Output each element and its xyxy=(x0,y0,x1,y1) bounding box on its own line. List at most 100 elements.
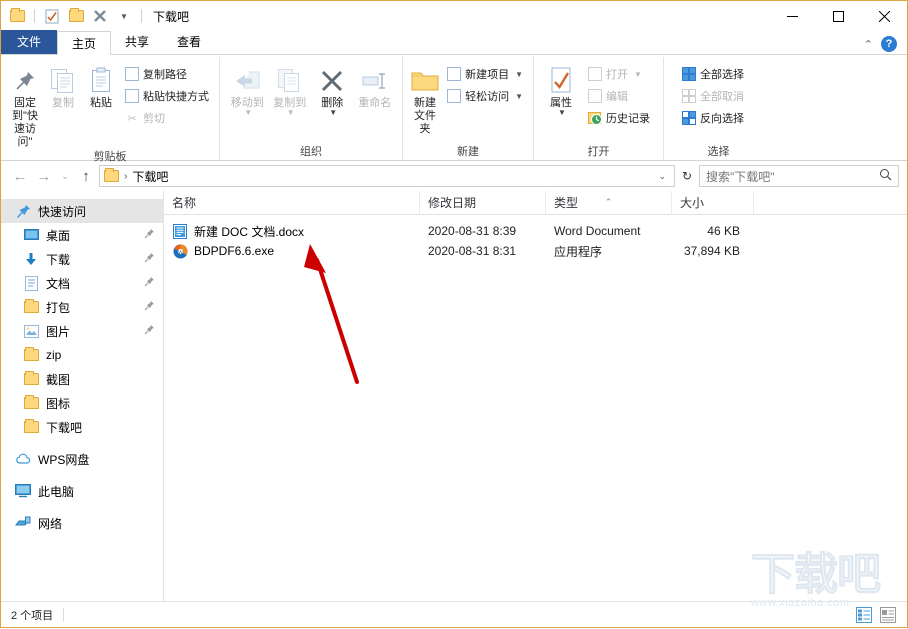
qat-new-folder-icon[interactable] xyxy=(66,6,86,26)
qat-folder-icon[interactable] xyxy=(7,6,27,26)
maximize-button[interactable] xyxy=(815,1,861,31)
copy-icon xyxy=(50,65,76,97)
search-input[interactable]: 搜索"下载吧" xyxy=(699,165,899,187)
easy-access-button[interactable]: 轻松访问 ▼ xyxy=(443,86,527,106)
copy-to-button[interactable]: 复制到 ▼ xyxy=(269,61,312,117)
address-input[interactable]: › 下载吧 ⌄ xyxy=(99,165,675,187)
move-to-button[interactable]: 移动到 ▼ xyxy=(226,61,269,117)
delete-button[interactable]: 删除 ▼ xyxy=(311,61,354,117)
ribbon-group-select: 全部选择 全部取消 反向选择 选择 xyxy=(663,57,773,160)
move-to-caret-icon[interactable]: ▼ xyxy=(244,109,252,117)
sidebar-item-pictures[interactable]: 图片 xyxy=(1,319,163,343)
pin-icon[interactable] xyxy=(144,300,155,314)
search-placeholder: 搜索"下载吧" xyxy=(706,169,775,184)
column-header-date[interactable]: 修改日期 xyxy=(420,190,546,215)
cut-button[interactable]: ✂ 剪切 xyxy=(121,108,213,128)
sidebar-item-downloads[interactable]: 下载 xyxy=(1,247,163,271)
view-toggle-buttons xyxy=(855,606,897,624)
copy-button[interactable]: 复制 xyxy=(45,61,81,110)
sidebar-item-this-pc[interactable]: 此电脑 xyxy=(1,479,163,503)
edit-button[interactable]: 编辑 xyxy=(584,86,654,106)
recent-locations-button[interactable]: ⌄ xyxy=(57,165,73,187)
select-none-button[interactable]: 全部取消 xyxy=(678,86,748,106)
column-header-name[interactable]: 名称 xyxy=(164,190,420,215)
easy-access-caret-icon[interactable]: ▼ xyxy=(515,92,523,101)
column-header-size[interactable]: 大小 xyxy=(672,190,754,215)
qat-properties-icon[interactable] xyxy=(42,6,62,26)
details-view-icon[interactable] xyxy=(855,606,873,624)
pin-icon[interactable] xyxy=(144,276,155,290)
pin-icon[interactable] xyxy=(144,324,155,338)
close-button[interactable] xyxy=(861,1,907,31)
file-explorer-window: ▼ 下载吧 文件 主页 共享 查看 ⌃ ? 固定到"快速访问" 复制 粘贴 复制… xyxy=(0,0,908,628)
tab-home[interactable]: 主页 xyxy=(57,31,112,55)
sidebar-item-zip[interactable]: zip xyxy=(1,343,163,367)
file-name-cell[interactable]: W BDPDF6.6.exe xyxy=(164,243,420,259)
tab-file[interactable]: 文件 xyxy=(1,30,58,54)
sidebar-item-documents[interactable]: 文档 xyxy=(1,271,163,295)
refresh-button[interactable]: ↻ xyxy=(677,165,697,187)
address-dropdown-icon[interactable]: ⌄ xyxy=(658,171,670,182)
new-item-caret-icon[interactable]: ▼ xyxy=(515,70,523,79)
svg-text:W: W xyxy=(178,249,183,255)
copy-path-label: 复制路径 xyxy=(143,69,187,81)
tab-share[interactable]: 共享 xyxy=(111,30,163,54)
history-button[interactable]: 历史记录 xyxy=(584,108,654,128)
pin-icon[interactable] xyxy=(144,252,155,266)
forward-button[interactable]: → xyxy=(33,165,55,187)
qat-customize-icon[interactable]: ▼ xyxy=(114,6,134,26)
minimize-button[interactable] xyxy=(769,1,815,31)
column-header-type[interactable]: 类型 ⌃ xyxy=(546,190,672,215)
delete-caret-icon[interactable]: ▼ xyxy=(329,109,337,117)
new-folder-label: 新建文件夹 xyxy=(414,97,437,135)
pin-icon[interactable] xyxy=(144,228,155,242)
ribbon-group-clipboard-label: 剪贴板 xyxy=(93,151,127,163)
history-icon xyxy=(588,111,602,125)
rename-button[interactable]: 重命名 xyxy=(354,61,397,110)
help-icon[interactable]: ? xyxy=(881,36,897,52)
ribbon-group-new-label: 新建 xyxy=(457,146,479,158)
sidebar-item-network[interactable]: 网络 xyxy=(1,511,163,535)
rename-icon xyxy=(361,65,389,97)
up-button[interactable]: ↑ xyxy=(75,165,97,187)
sidebar-item-screenshots[interactable]: 截图 xyxy=(1,367,163,391)
sidebar-item-wps-cloud[interactable]: WPS网盘 xyxy=(1,447,163,471)
file-name-cell[interactable]: 新建 DOC 文档.docx xyxy=(164,223,420,240)
copy-to-caret-icon[interactable]: ▼ xyxy=(287,109,295,117)
table-row[interactable]: 新建 DOC 文档.docx 2020-08-31 8:39 Word Docu… xyxy=(164,221,907,241)
folder-icon xyxy=(23,347,39,363)
breadcrumb-current[interactable]: 下载吧 xyxy=(132,168,168,185)
file-size-cell: 46 KB xyxy=(707,224,740,238)
select-all-button[interactable]: 全部选择 xyxy=(678,64,748,84)
new-item-button[interactable]: 新建项目 ▼ xyxy=(443,64,527,84)
tab-view[interactable]: 查看 xyxy=(163,30,215,54)
invert-selection-button[interactable]: 反向选择 xyxy=(678,108,748,128)
properties-caret-icon[interactable]: ▼ xyxy=(558,109,566,117)
back-button[interactable]: ← xyxy=(9,165,31,187)
sidebar-item-quick-access[interactable]: 快速访问 xyxy=(1,199,163,223)
pin-icon xyxy=(13,65,37,97)
address-folder-icon xyxy=(104,168,119,182)
large-icons-view-icon[interactable] xyxy=(879,606,897,624)
sidebar-item-icons[interactable]: 图标 xyxy=(1,391,163,415)
address-bar: ← → ⌄ ↑ › 下载吧 ⌄ ↻ 搜索"下载吧" xyxy=(1,161,907,191)
file-date-cell: 2020-08-31 8:31 xyxy=(428,244,517,258)
sidebar-label-pictures: 图片 xyxy=(46,324,71,339)
sidebar-item-desktop[interactable]: 桌面 xyxy=(1,223,163,247)
new-small-commands: 新建项目 ▼ 轻松访问 ▼ xyxy=(443,61,527,106)
copy-path-button[interactable]: 复制路径 xyxy=(121,64,213,84)
qat-delete-icon[interactable] xyxy=(90,6,110,26)
pin-to-quick-access-button[interactable]: 固定到"快速访问" xyxy=(7,61,43,149)
new-folder-button[interactable]: 新建文件夹 xyxy=(409,61,441,136)
paste-button[interactable]: 粘贴 xyxy=(83,61,119,110)
sidebar-item-xiazaiba[interactable]: 下载吧 xyxy=(1,415,163,439)
paste-shortcut-button[interactable]: 粘贴快捷方式 xyxy=(121,86,213,106)
table-row[interactable]: W BDPDF6.6.exe 2020-08-31 8:31 应用程序 37,8… xyxy=(164,241,907,261)
collapse-ribbon-icon[interactable]: ⌃ xyxy=(864,38,873,51)
sidebar-item-packing[interactable]: 打包 xyxy=(1,295,163,319)
open-caret-icon[interactable]: ▼ xyxy=(634,70,642,79)
open-button[interactable]: 打开 ▼ xyxy=(584,64,654,84)
cut-label: 剪切 xyxy=(143,113,165,125)
properties-button[interactable]: 属性 ▼ xyxy=(540,61,582,117)
new-item-label: 新建项目 xyxy=(465,69,510,81)
